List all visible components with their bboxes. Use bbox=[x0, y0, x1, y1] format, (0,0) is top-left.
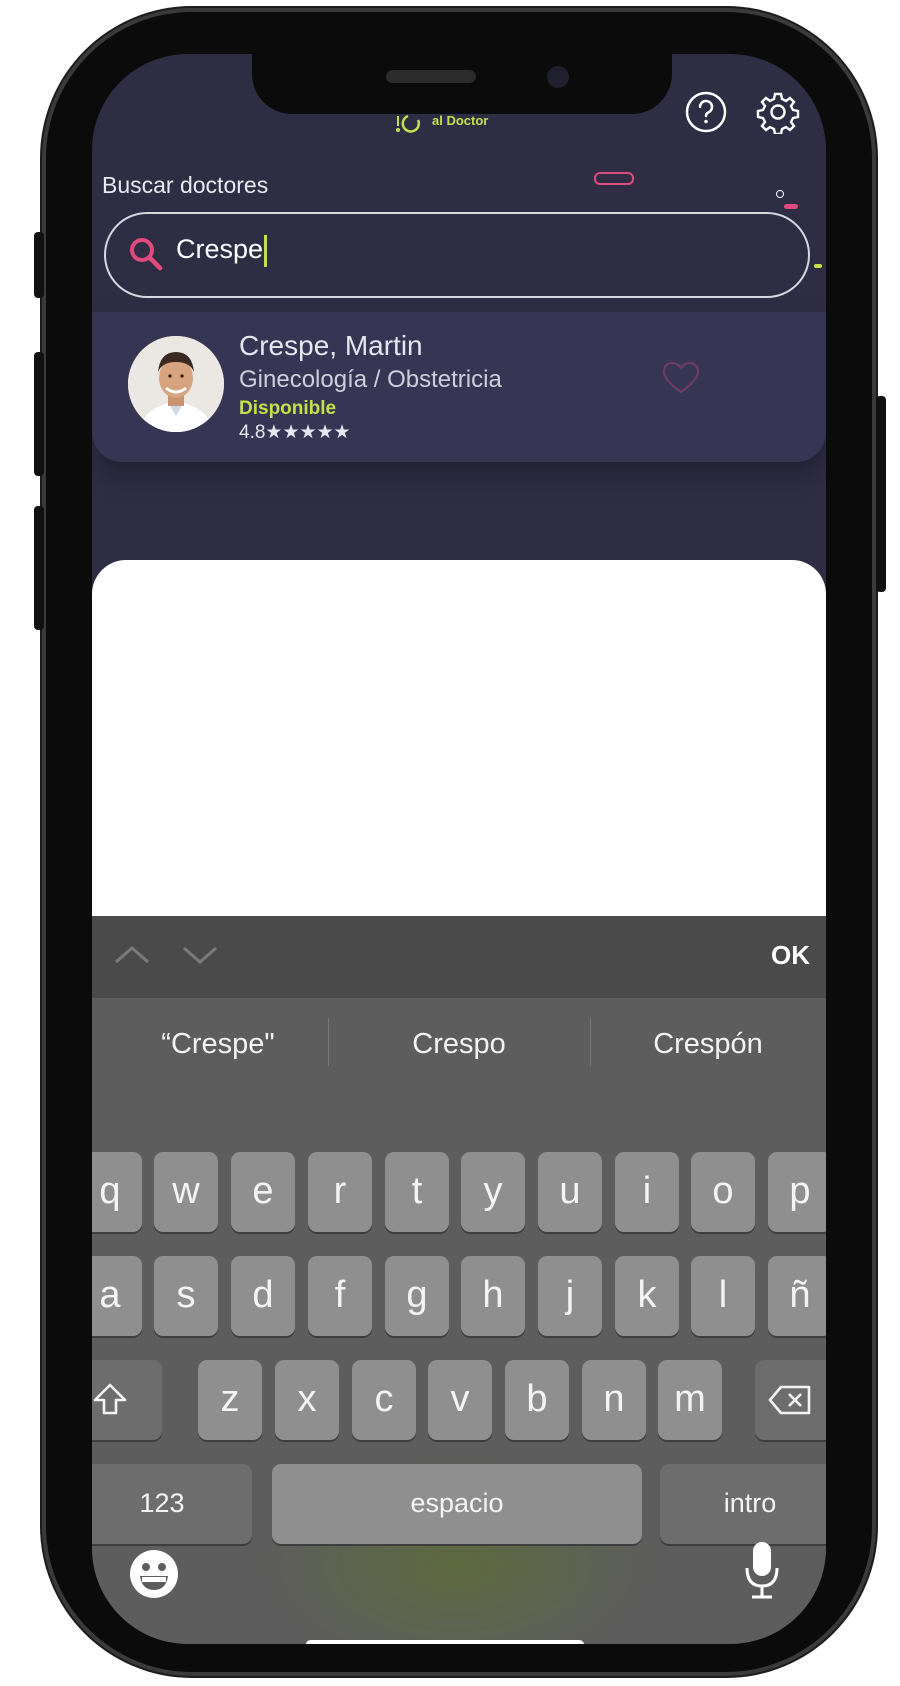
power-button bbox=[876, 396, 886, 592]
microphone-icon[interactable] bbox=[744, 1540, 780, 1600]
key-q[interactable]: q bbox=[92, 1152, 142, 1232]
key-g[interactable]: g bbox=[385, 1256, 449, 1336]
space-key[interactable]: espacio bbox=[272, 1464, 642, 1544]
volume-down-button bbox=[34, 506, 44, 630]
key-s[interactable]: s bbox=[154, 1256, 218, 1336]
text-caret bbox=[264, 234, 268, 267]
key-j[interactable]: j bbox=[538, 1256, 602, 1336]
key-m[interactable]: m bbox=[658, 1360, 722, 1440]
search-icon bbox=[130, 238, 163, 271]
shift-key[interactable] bbox=[92, 1360, 162, 1440]
chevron-down-icon[interactable] bbox=[180, 944, 220, 966]
return-key[interactable]: intro bbox=[660, 1464, 826, 1544]
key-v[interactable]: v bbox=[428, 1360, 492, 1440]
favorite-heart-icon[interactable] bbox=[662, 360, 700, 396]
key-l[interactable]: l bbox=[691, 1256, 755, 1336]
key-n[interactable]: n bbox=[582, 1360, 646, 1440]
doctor-status: Disponible bbox=[239, 398, 337, 419]
keyboard: OK “Crespe" Crespo Crespón q w e r t y u… bbox=[92, 916, 826, 1644]
key-e[interactable]: e bbox=[231, 1152, 295, 1232]
key-k[interactable]: k bbox=[615, 1256, 679, 1336]
emoji-icon[interactable] bbox=[128, 1548, 180, 1600]
search-input-text: Crespe bbox=[176, 234, 264, 264]
speaker bbox=[386, 70, 476, 83]
notch bbox=[252, 54, 672, 114]
key-z[interactable]: z bbox=[198, 1360, 262, 1440]
backspace-key[interactable] bbox=[755, 1360, 826, 1440]
backspace-icon bbox=[768, 1385, 811, 1415]
key-u[interactable]: u bbox=[538, 1152, 602, 1232]
search-label: Buscar doctores bbox=[102, 172, 269, 198]
key-n-tilde[interactable]: ñ bbox=[768, 1256, 826, 1336]
chevron-up-icon[interactable] bbox=[112, 944, 152, 966]
doctor-rating: 4.8★★★★★ bbox=[239, 421, 351, 444]
decorative-dash bbox=[594, 172, 634, 185]
doctor-result-card[interactable]: Crespe, Martin Ginecología / Obstetricia… bbox=[92, 312, 826, 462]
suggestion-2[interactable]: Crespo bbox=[328, 1028, 590, 1061]
key-p[interactable]: p bbox=[768, 1152, 826, 1232]
keyboard-toolbar: OK bbox=[92, 916, 826, 998]
key-b[interactable]: b bbox=[505, 1360, 569, 1440]
key-d[interactable]: d bbox=[231, 1256, 295, 1336]
key-y[interactable]: y bbox=[461, 1152, 525, 1232]
front-camera bbox=[547, 66, 569, 88]
keyboard-ok-button[interactable]: OK bbox=[771, 940, 810, 971]
numbers-key[interactable]: 123 bbox=[92, 1464, 252, 1544]
key-i[interactable]: i bbox=[615, 1152, 679, 1232]
phone-screen: al Doctor Buscar doctores Crespe Crespe,… bbox=[92, 54, 826, 1644]
key-h[interactable]: h bbox=[461, 1256, 525, 1336]
key-t[interactable]: t bbox=[385, 1152, 449, 1232]
shift-icon bbox=[93, 1383, 127, 1415]
search-field[interactable]: Crespe bbox=[104, 212, 810, 298]
rating-value: 4.8 bbox=[239, 422, 266, 443]
key-a[interactable]: a bbox=[92, 1256, 142, 1336]
volume-up-button bbox=[34, 352, 44, 476]
search-input[interactable]: Crespe bbox=[176, 234, 268, 267]
home-indicator[interactable] bbox=[306, 1640, 584, 1644]
gear-icon[interactable] bbox=[756, 90, 800, 134]
help-icon[interactable] bbox=[684, 90, 728, 134]
key-w[interactable]: w bbox=[154, 1152, 218, 1232]
rating-stars: ★★★★★ bbox=[265, 422, 351, 443]
app-logo-text: al Doctor bbox=[432, 113, 489, 128]
doctor-avatar bbox=[128, 336, 224, 432]
key-f[interactable]: f bbox=[308, 1256, 372, 1336]
suggestion-1[interactable]: “Crespe" bbox=[108, 1028, 328, 1061]
doctor-specialty: Ginecología / Obstetricia bbox=[239, 366, 502, 393]
decorative-dash-small bbox=[784, 204, 798, 209]
silent-switch bbox=[34, 232, 44, 298]
decorative-dot-green bbox=[814, 264, 822, 268]
key-x[interactable]: x bbox=[275, 1360, 339, 1440]
key-o[interactable]: o bbox=[691, 1152, 755, 1232]
decorative-dot bbox=[776, 190, 784, 198]
suggestion-3[interactable]: Crespón bbox=[590, 1028, 826, 1061]
key-c[interactable]: c bbox=[352, 1360, 416, 1440]
key-r[interactable]: r bbox=[308, 1152, 372, 1232]
doctor-name: Crespe, Martin bbox=[239, 330, 423, 361]
